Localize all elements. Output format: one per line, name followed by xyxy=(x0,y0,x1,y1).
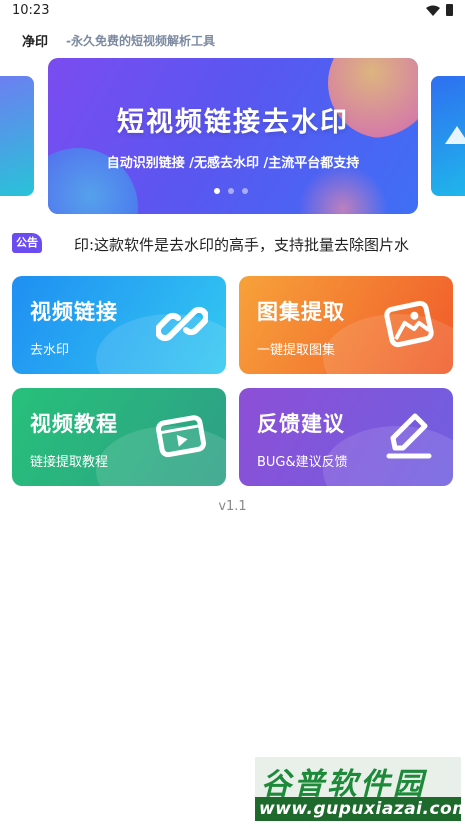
card-title: 视频链接 xyxy=(30,300,118,324)
notice-bar[interactable]: 公告 印:这款软件是去水印的高手，支持批量去除图片水 xyxy=(12,232,452,256)
carousel-indicator xyxy=(214,188,248,194)
video-link-card[interactable]: 视频链接 去水印 xyxy=(12,276,226,374)
wifi-icon xyxy=(426,5,440,16)
battery-icon xyxy=(446,4,453,16)
watermark-bottom: www.gupuxiazai.com xyxy=(255,797,465,821)
card-subtitle: 链接提取教程 xyxy=(30,455,109,470)
banner-preview-icon xyxy=(445,126,465,144)
notice-text: 印:这款软件是去水印的高手，支持批量去除图片水 xyxy=(74,236,410,254)
card-title: 图集提取 xyxy=(257,300,345,324)
watermark-url: www.gupuxiazai.com xyxy=(259,799,465,819)
banner-slide[interactable]: 短视频链接去水印 自动识别链接 /无感去水印 /主流平台都支持 xyxy=(48,58,418,214)
site-watermark: 谷普软件园 www.gupuxiazai.com xyxy=(255,757,465,821)
notice-badge: 公告 xyxy=(12,233,42,253)
banner-decoration xyxy=(298,164,388,214)
app-header: 净印 -永久免费的短视频解析工具 xyxy=(0,28,465,54)
image-icon xyxy=(384,300,434,348)
app-version: v1.1 xyxy=(218,499,247,514)
watermark-top: 谷普软件园 xyxy=(255,757,461,802)
app-name: 净印 xyxy=(22,35,49,50)
card-subtitle: BUG&建议反馈 xyxy=(257,455,348,470)
video-tutorial-card[interactable]: 视频教程 链接提取教程 xyxy=(12,388,226,486)
pencil-icon xyxy=(386,413,432,459)
banner-title: 短视频链接去水印 xyxy=(117,107,349,138)
card-subtitle: 一键提取图集 xyxy=(257,343,336,358)
carousel-dot xyxy=(228,188,234,194)
status-time: 10:23 xyxy=(12,3,50,18)
feedback-card[interactable]: 反馈建议 BUG&建议反馈 xyxy=(239,388,453,486)
banner-prev-slide[interactable] xyxy=(0,76,34,196)
banner-carousel[interactable]: 短视频链接去水印 自动识别链接 /无感去水印 /主流平台都支持 xyxy=(0,58,465,216)
card-title: 视频教程 xyxy=(30,412,118,436)
app-slogan: -永久免费的短视频解析工具 xyxy=(66,34,215,48)
banner-subtitle: 自动识别链接 /无感去水印 /主流平台都支持 xyxy=(106,156,360,171)
card-subtitle: 去水印 xyxy=(30,343,70,358)
banner-next-slide[interactable] xyxy=(431,76,465,196)
card-title: 反馈建议 xyxy=(257,412,345,436)
image-set-card[interactable]: 图集提取 一键提取图集 xyxy=(239,276,453,374)
link-icon xyxy=(156,306,208,342)
status-bar: 10:23 xyxy=(0,0,465,22)
carousel-dot xyxy=(214,188,220,194)
carousel-dot xyxy=(242,188,248,194)
status-icons xyxy=(426,4,453,16)
video-play-icon xyxy=(156,415,207,458)
